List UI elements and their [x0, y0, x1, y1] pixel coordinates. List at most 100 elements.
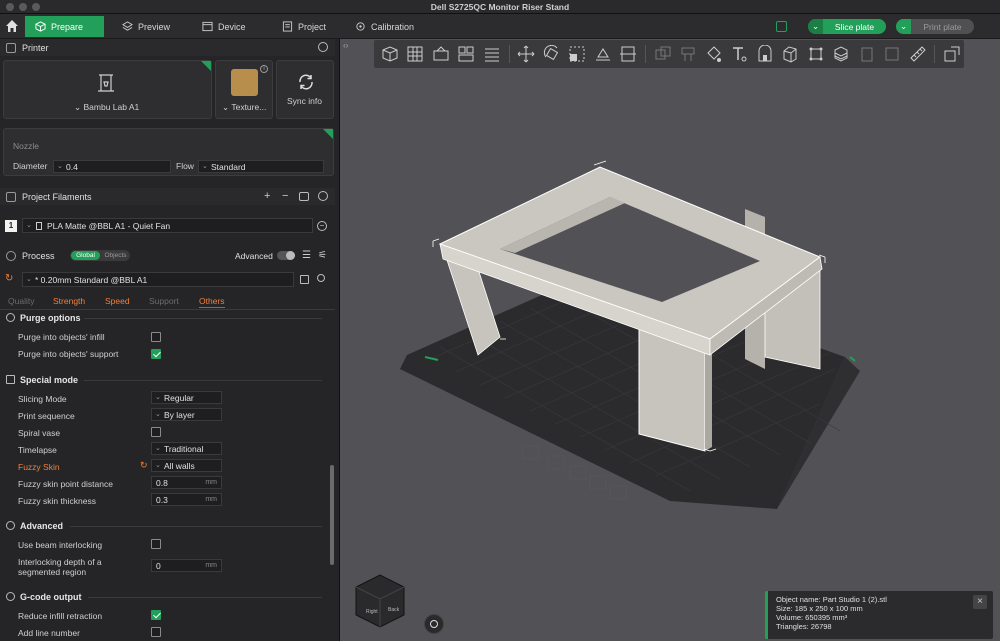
printer-card[interactable]: ⌄ Bambu Lab A1 [3, 60, 212, 119]
fuzzy-distance-input[interactable]: 0.8 mm [151, 476, 222, 489]
save-preset-icon[interactable] [300, 275, 309, 284]
compare-icon[interactable]: ☰ [302, 250, 311, 261]
navigation-cube[interactable]: Right Back [352, 571, 408, 631]
tab-prepare[interactable]: Prepare [25, 16, 104, 37]
flow-value: Standard [211, 162, 246, 172]
objects-toggle-option[interactable]: Objects [101, 251, 130, 260]
zoom-fit-icon[interactable] [424, 614, 444, 634]
subtab-quality[interactable]: Quality [8, 296, 34, 306]
special-mode-icon [6, 375, 15, 384]
flow-select[interactable]: ⌄ Standard [198, 160, 324, 173]
purge-options-title: Purge options [6, 313, 81, 323]
remove-filament-icon[interactable]: − [282, 190, 288, 202]
subtab-strength[interactable]: Strength [53, 296, 85, 306]
search-icon[interactable] [317, 274, 325, 282]
print-sequence-label: Print sequence [18, 411, 75, 421]
advanced-switch[interactable] [277, 251, 295, 260]
tab-calibration[interactable]: Calibration [345, 16, 424, 37]
subtab-support[interactable]: Support [149, 296, 179, 306]
chevron-down-icon[interactable]: ⌄ [896, 19, 911, 34]
purge-support-checkbox[interactable] [151, 349, 161, 359]
tab-project[interactable]: Project [272, 16, 336, 37]
tab-label: Prepare [51, 21, 84, 32]
tab-preview[interactable]: Preview [112, 16, 180, 37]
sync-filament-icon[interactable] [299, 192, 309, 201]
subtab-speed[interactable]: Speed [105, 296, 130, 306]
filament-select[interactable]: ⌄ PLA Matte @BBL A1 - Quiet Fan [22, 218, 313, 233]
filaments-section-header[interactable]: Project Filaments + − [0, 188, 335, 205]
object-name: Object name: Part Studio 1 (2).stl [776, 595, 887, 604]
reduce-retraction-checkbox[interactable] [151, 610, 161, 620]
purge-infill-checkbox[interactable] [151, 332, 161, 342]
unit-label: mm [205, 479, 217, 486]
printer-section-header[interactable]: Printer [0, 39, 335, 56]
nav-cube-right-label: Right [366, 609, 378, 615]
cube-icon [35, 21, 46, 32]
calibration-icon [356, 22, 365, 31]
print-sequence-select[interactable]: ⌄ By layer [151, 408, 222, 421]
timelapse-select[interactable]: ⌄ Traditional [151, 442, 222, 455]
add-filament-icon[interactable]: + [264, 190, 270, 202]
fuzzy-skin-label: Fuzzy Skin [18, 462, 60, 472]
printer-model-icon [98, 74, 114, 92]
process-section-header[interactable]: Process Global Objects Advanced ☰ ⚟ [0, 247, 335, 264]
slicing-mode-value: Regular [164, 393, 194, 403]
chevron-down-icon: ⌄ [26, 222, 32, 229]
scene-canvas[interactable] [340, 39, 1000, 641]
filament-icon [6, 192, 16, 202]
plate-type-label: Texture... [231, 102, 267, 112]
interlocking-depth-label-2: segmented region [18, 567, 87, 577]
reset-icon[interactable]: ↻ [140, 460, 148, 471]
diameter-select[interactable]: ⌄ 0.4 [53, 160, 171, 173]
line-number-label: Add line number [18, 628, 80, 638]
info-icon[interactable]: i [260, 65, 268, 73]
3d-viewport[interactable]: ‹› Right Back Object name: Part Studio 1… [340, 39, 1000, 641]
chevron-down-icon: ⌄ [57, 163, 63, 170]
gear-icon[interactable] [318, 191, 328, 201]
selected-corner-badge [323, 129, 333, 139]
fuzzy-thickness-input[interactable]: 0.3 mm [151, 493, 222, 506]
fuzzy-thickness-label: Fuzzy skin thickness [18, 496, 96, 506]
tune-icon[interactable]: ⚟ [318, 250, 327, 261]
close-icon[interactable]: × [973, 595, 987, 609]
spiral-vase-checkbox[interactable] [151, 427, 161, 437]
sidebar-toggle-icon[interactable] [776, 21, 787, 32]
print-plate-label: Print plate [923, 21, 962, 32]
nav-cube-back-label: Back [388, 607, 400, 613]
global-toggle-option[interactable]: Global [71, 251, 100, 260]
unit-label: mm [205, 496, 217, 503]
project-icon [282, 21, 293, 32]
slicing-mode-label: Slicing Mode [18, 394, 67, 404]
divider [84, 380, 322, 381]
beam-interlocking-checkbox[interactable] [151, 539, 161, 549]
sync-info-button[interactable]: Sync info [276, 60, 334, 119]
fuzzy-distance-value: 0.8 [156, 478, 168, 488]
subtab-others[interactable]: Others [199, 296, 225, 308]
line-number-checkbox[interactable] [151, 627, 161, 637]
chevron-down-icon[interactable]: ⌄ [808, 19, 823, 34]
window-titlebar: Dell S2725QC Monitor Riser Stand [0, 0, 1000, 14]
plate-type-dropdown[interactable]: ⌄ Texture... [222, 102, 266, 113]
beam-interlocking-label: Use beam interlocking [18, 540, 103, 550]
plate-type-card[interactable]: i ⌄ Texture... [215, 60, 273, 119]
remove-filament-circle-icon[interactable]: − [317, 221, 327, 231]
tab-device[interactable]: Device [192, 16, 256, 37]
home-icon[interactable] [4, 18, 20, 34]
printer-icon [6, 43, 16, 53]
printer-name-dropdown[interactable]: ⌄ Bambu Lab A1 [74, 102, 139, 113]
print-plate-button[interactable]: ⌄ Print plate [896, 19, 974, 34]
process-preset-select[interactable]: ⌄ * 0.20mm Standard @BBL A1 [22, 272, 294, 287]
sidebar-scrollbar[interactable] [330, 465, 334, 565]
reset-icon[interactable]: ↻ [5, 273, 13, 284]
divider [88, 597, 322, 598]
slicing-mode-select[interactable]: ⌄ Regular [151, 391, 222, 404]
slice-plate-button[interactable]: ⌄ Slice plate [808, 19, 886, 34]
interlocking-depth-input[interactable]: 0 mm [151, 559, 222, 572]
gear-icon[interactable] [318, 42, 328, 52]
gcode-icon [6, 592, 15, 601]
diameter-value: 0.4 [66, 162, 78, 172]
process-icon [6, 251, 16, 261]
purge-icon [6, 313, 15, 322]
fuzzy-skin-select[interactable]: ⌄ All walls [151, 459, 222, 472]
diameter-label: Diameter [13, 161, 48, 171]
